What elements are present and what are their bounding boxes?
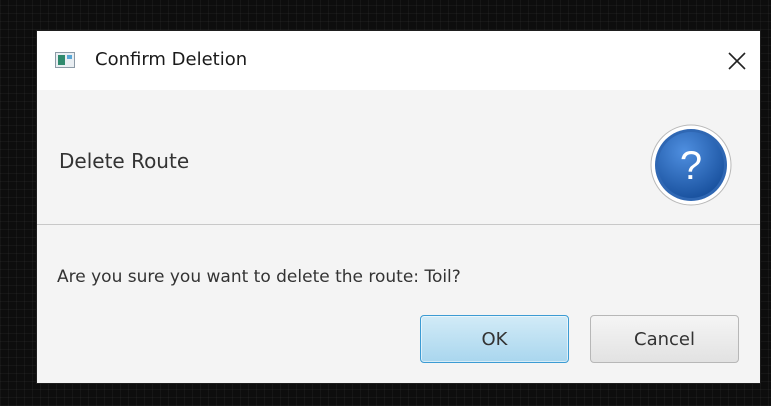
cancel-button[interactable]: Cancel xyxy=(590,315,739,363)
close-icon xyxy=(728,52,746,70)
question-icon: ? xyxy=(650,124,732,206)
dialog-content: Are you sure you want to delete the rout… xyxy=(37,225,760,383)
dialog-header: Delete Route ? xyxy=(37,90,760,225)
ok-button[interactable]: OK xyxy=(420,315,569,363)
title-bar[interactable]: Confirm Deletion xyxy=(37,31,760,90)
confirm-message: Are you sure you want to delete the rout… xyxy=(57,267,461,287)
header-text: Delete Route xyxy=(59,149,190,173)
app-icon xyxy=(55,52,75,68)
question-glyph: ? xyxy=(680,144,702,188)
window-title: Confirm Deletion xyxy=(95,49,248,70)
close-button[interactable] xyxy=(714,31,760,90)
confirm-dialog: Confirm Deletion Delete Route ? Are you … xyxy=(37,31,760,383)
